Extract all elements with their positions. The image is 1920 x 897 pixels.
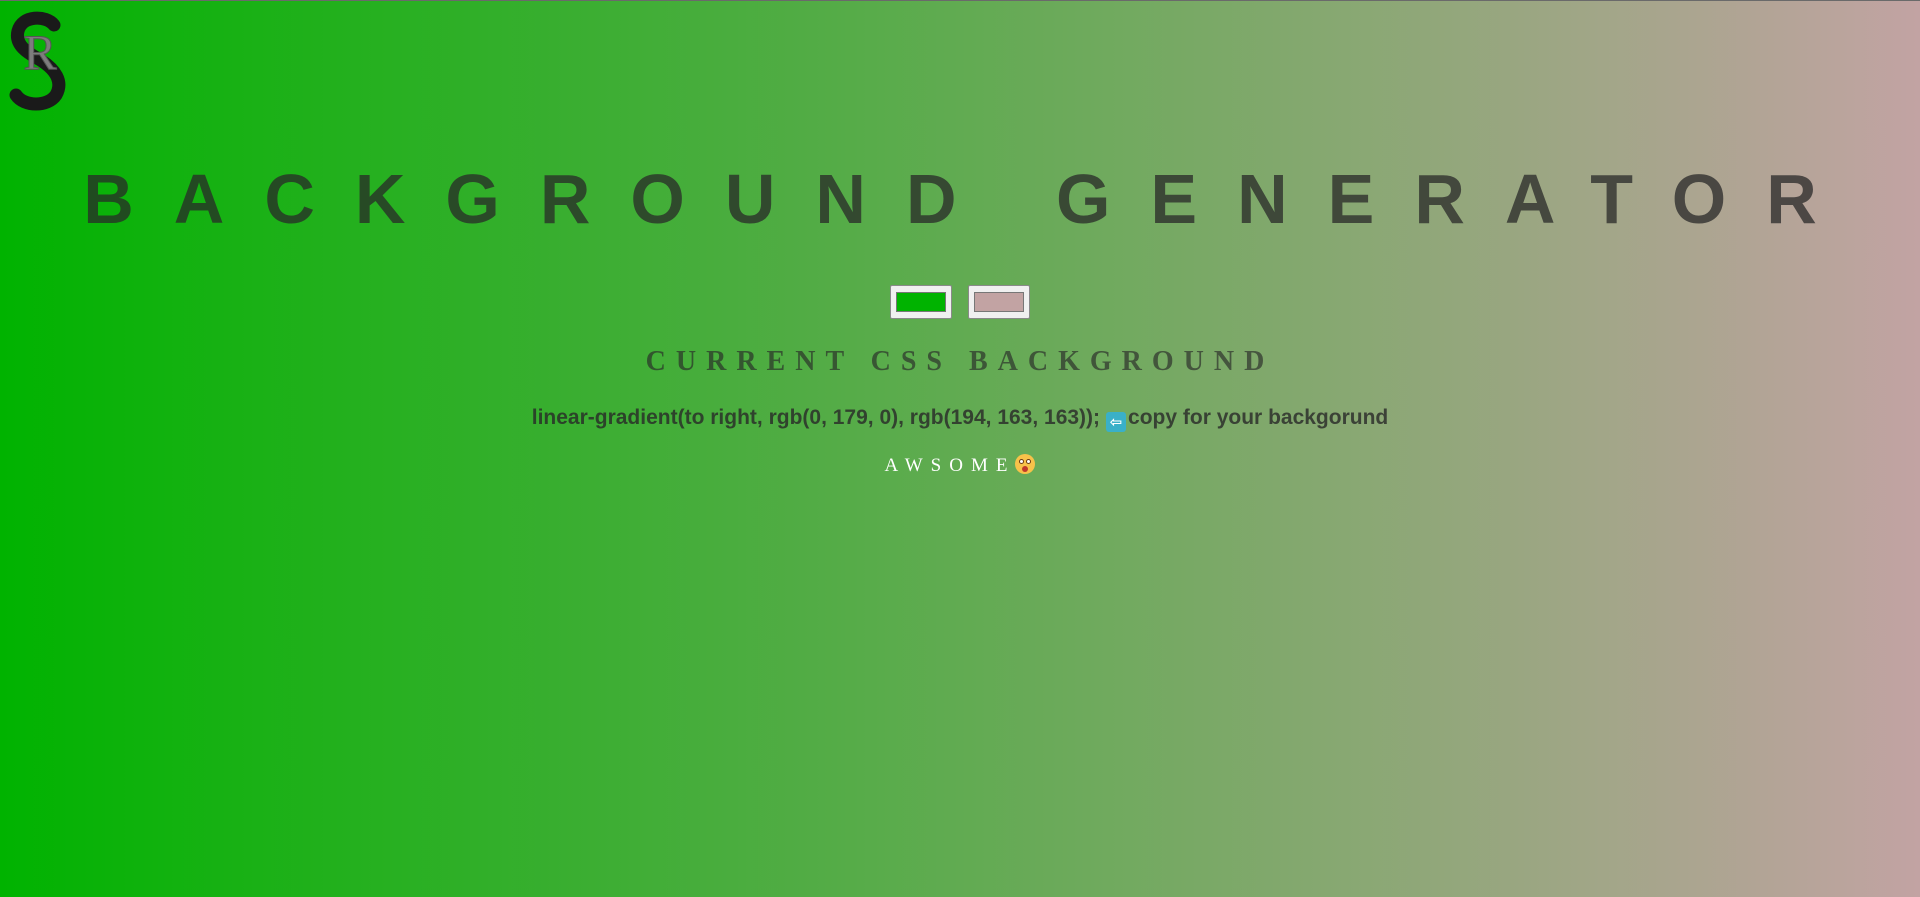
awsome-text: AWSOME xyxy=(884,455,1016,476)
color-picker-1[interactable] xyxy=(890,285,952,319)
left-arrow-icon: ⇦ xyxy=(1106,412,1127,432)
logo-letter: R xyxy=(23,24,57,80)
color-picker-2[interactable] xyxy=(968,285,1030,319)
astonished-face-icon xyxy=(1015,454,1036,474)
css-output-line: linear-gradient(to right, rgb(0, 179, 0)… xyxy=(0,406,1920,432)
page-background: R BACKGROUND GENERATOR CURRENT CSS BACKG… xyxy=(0,0,1920,897)
color-swatch-1 xyxy=(896,292,946,312)
copy-hint-text: copy for your backgorund xyxy=(1128,406,1389,429)
sr-logo-icon: R xyxy=(9,11,66,111)
awsome-line: AWSOME xyxy=(0,454,1920,478)
color-swatch-2 xyxy=(974,292,1024,312)
css-output-text[interactable]: linear-gradient(to right, rgb(0, 179, 0)… xyxy=(532,406,1100,429)
current-css-heading: CURRENT CSS BACKGROUND xyxy=(645,346,1275,377)
page-title: BACKGROUND GENERATOR xyxy=(83,160,1857,238)
color-pickers xyxy=(0,285,1920,319)
